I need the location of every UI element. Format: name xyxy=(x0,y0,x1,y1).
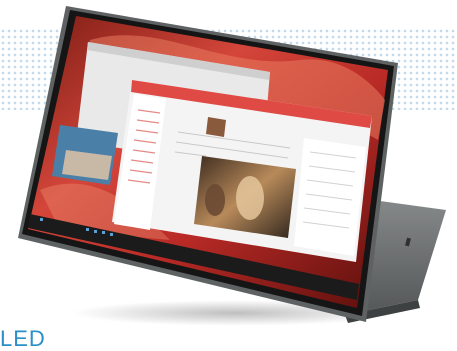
laptop-illustration xyxy=(18,6,446,323)
avatar xyxy=(206,117,226,137)
video-person xyxy=(205,184,225,216)
video-person xyxy=(236,176,264,220)
caption-text: LED xyxy=(0,326,46,351)
